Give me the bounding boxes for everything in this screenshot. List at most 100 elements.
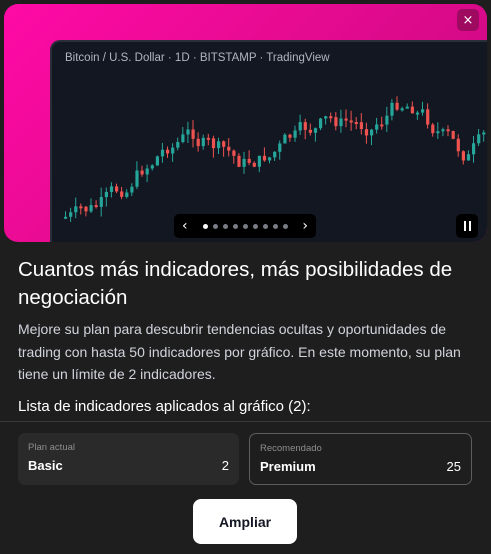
carousel-dot[interactable] <box>262 223 268 229</box>
candle-body <box>262 155 267 161</box>
candle-body <box>176 141 180 148</box>
recommended-plan-caption: Recomendado <box>260 443 322 454</box>
candle-body <box>109 186 114 192</box>
candle-body <box>201 137 205 147</box>
carousel-dot[interactable] <box>242 223 248 229</box>
candle-body <box>370 129 374 136</box>
carousel-dot[interactable] <box>232 223 238 229</box>
hero-banner: Bitcoin / U.S. Dollar · 1D · BITSTAMP · … <box>4 4 487 242</box>
description: Mejore su plan para descubrir tendencias… <box>18 321 461 382</box>
candle-body <box>155 156 159 166</box>
carousel-dot[interactable] <box>282 223 288 229</box>
candle-body <box>191 129 195 139</box>
candle-body <box>298 122 302 131</box>
candle-body <box>380 124 384 127</box>
candle-body <box>211 138 216 149</box>
carousel-dot[interactable] <box>202 223 208 229</box>
current-plan-card: Plan actual Basic 2 <box>18 433 239 485</box>
upgrade-button[interactable]: Ampliar <box>193 499 297 544</box>
candle-body <box>196 138 200 147</box>
candle-body <box>308 129 312 133</box>
candle-body <box>74 206 78 213</box>
indicator-list-title: Lista de indicadores aplicados al gráfic… <box>18 398 311 415</box>
candle-body <box>89 205 93 212</box>
candle-body <box>268 157 272 161</box>
carousel-controls: ‹ › <box>174 214 316 238</box>
candle-body <box>227 146 231 151</box>
pause-button[interactable] <box>456 214 478 238</box>
candle-body <box>324 116 328 119</box>
candle-body <box>477 134 481 144</box>
pause-icon-bar <box>468 221 471 231</box>
candle-body <box>288 134 292 138</box>
candle-body <box>319 118 323 129</box>
candle-body <box>400 108 404 111</box>
candle-body <box>150 165 154 169</box>
candle-body <box>436 131 440 134</box>
candle-body <box>278 143 282 152</box>
carousel-dot[interactable] <box>252 223 258 229</box>
recommended-plan-name: Premium <box>260 459 316 474</box>
candle-body <box>446 129 450 132</box>
candle-body <box>242 158 246 167</box>
candle-body <box>359 122 363 130</box>
candle-body <box>421 109 425 113</box>
chevron-right-icon[interactable]: › <box>302 218 308 234</box>
current-plan-caption: Plan actual <box>28 442 76 453</box>
carousel-dot[interactable] <box>212 223 218 229</box>
candle-body <box>257 155 261 167</box>
candle-body <box>364 129 369 136</box>
chart-preview: Bitcoin / U.S. Dollar · 1D · BITSTAMP · … <box>50 40 487 242</box>
candle-body <box>104 191 108 198</box>
candlestick-chart <box>64 96 486 222</box>
carousel-dots <box>202 223 288 229</box>
candle-body <box>482 132 486 135</box>
candle-body <box>344 118 348 121</box>
pause-icon-bar <box>463 221 466 231</box>
recommended-plan-limit: 25 <box>446 459 461 474</box>
candle-body <box>334 117 338 127</box>
candle-body <box>125 192 129 197</box>
candle-body <box>181 134 185 142</box>
candle-body <box>84 206 88 212</box>
candle-body <box>252 162 256 167</box>
candle-body <box>160 149 165 157</box>
candle-body <box>145 168 149 175</box>
candle-body <box>232 150 236 156</box>
candle-body <box>410 106 414 114</box>
candle-body <box>456 138 460 152</box>
close-button[interactable]: × <box>457 9 479 31</box>
candle-body <box>431 124 435 134</box>
candle-body <box>303 122 307 130</box>
chevron-left-icon[interactable]: ‹ <box>182 218 188 234</box>
candle-body <box>283 134 287 144</box>
candle-body <box>451 131 455 139</box>
candle-body <box>472 143 476 155</box>
candle-body <box>69 212 73 217</box>
candle-body <box>171 147 175 154</box>
recommended-plan-card[interactable]: Recomendado Premium 25 <box>249 433 472 485</box>
candle-body <box>395 102 399 110</box>
candle-body <box>441 129 445 132</box>
candle-body <box>375 124 379 130</box>
candle-body <box>99 197 103 207</box>
candle-body <box>186 129 190 135</box>
candle-body <box>206 137 210 140</box>
carousel-dot[interactable] <box>222 223 228 229</box>
candle-body <box>237 155 241 167</box>
candle-body <box>329 116 333 119</box>
candle-body <box>415 112 420 115</box>
candle-body <box>130 186 134 193</box>
candle-body <box>140 170 144 175</box>
candle-body <box>354 121 358 124</box>
candle-body <box>64 216 68 219</box>
current-plan-limit: 2 <box>221 458 229 473</box>
candle-body <box>461 151 465 161</box>
candle-body <box>390 102 394 116</box>
candle-body <box>94 205 98 208</box>
candle-body <box>79 206 83 209</box>
candle-body <box>273 151 277 158</box>
carousel-dot[interactable] <box>272 223 278 229</box>
candle-body <box>313 128 318 133</box>
divider <box>0 421 491 422</box>
